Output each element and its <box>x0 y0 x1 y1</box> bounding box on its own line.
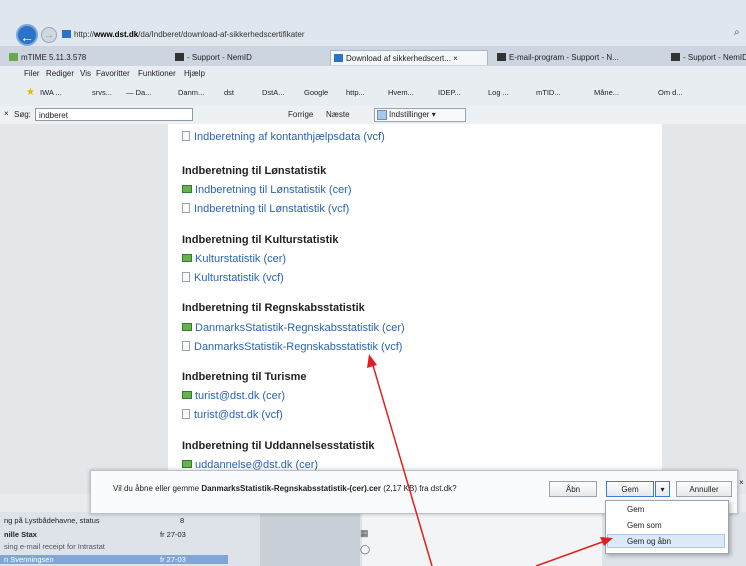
arrow-icon <box>367 354 433 566</box>
annotation-arrows <box>367 354 613 566</box>
arrow-icon <box>535 537 613 566</box>
